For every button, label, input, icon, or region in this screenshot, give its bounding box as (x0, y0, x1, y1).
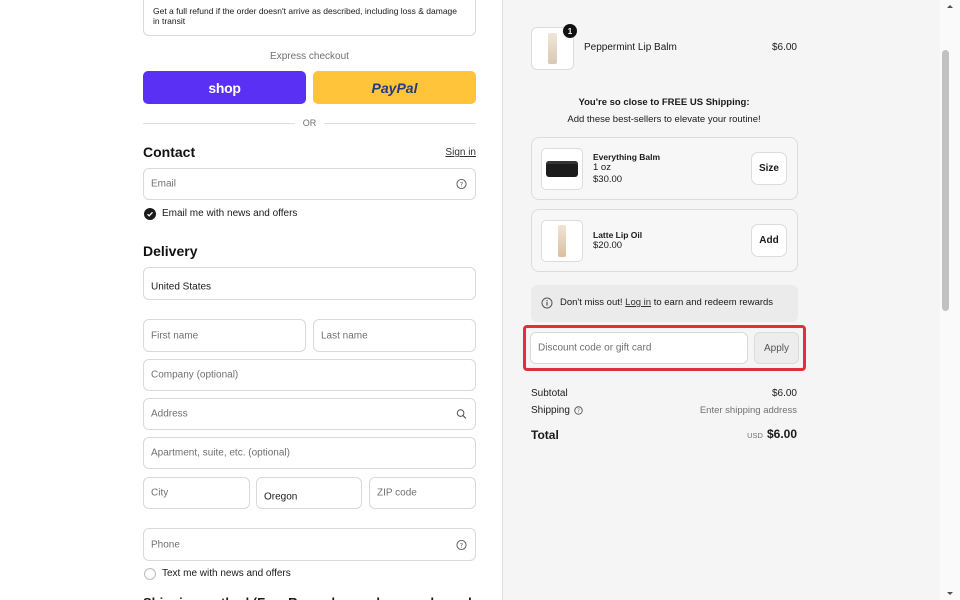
free-shipping-title: You're so close to FREE US Shipping: (578, 97, 750, 108)
scrollbar-thumb[interactable] (942, 50, 949, 311)
currency-code: USD (747, 431, 763, 440)
quantity-value: 1 (567, 26, 573, 36)
lip-balm-image (548, 33, 557, 64)
rewards-suffix: to earn and redeem rewards (651, 297, 774, 308)
apply-discount-button[interactable]: Apply (754, 332, 799, 364)
upsell-card: Everything Balm 1 oz $30.00 Size (531, 137, 798, 200)
shipping-value: Enter shipping address (699, 405, 797, 416)
add-button-label: Add (759, 235, 779, 246)
rewards-banner: Don't miss out! Log in to earn and redee… (531, 285, 798, 322)
scroll-up-arrow-icon[interactable] (940, 2, 960, 10)
phone-input[interactable]: Phone ? (143, 528, 476, 561)
shipping-label: Shipping ? (531, 405, 583, 416)
sign-in-link[interactable]: Sign in (420, 147, 476, 158)
lip-oil-image (558, 225, 566, 257)
product-name: Latte Lip Oil (593, 230, 643, 240)
email-placeholder: Email (151, 178, 177, 190)
city-input[interactable]: City (143, 477, 250, 509)
add-button[interactable]: Add (751, 224, 787, 257)
cart-item-name: Peppermint Lip Balm (584, 42, 677, 53)
rewards-login-link[interactable]: Log in (625, 297, 651, 308)
paypal-label: PayPal (371, 79, 418, 96)
help-circle-icon[interactable]: ? (574, 406, 583, 415)
page-scrollbar[interactable] (940, 0, 960, 600)
total-amount: USD $6.00 (683, 427, 797, 441)
or-divider-label: OR (302, 118, 317, 128)
first-name-input[interactable]: First name (143, 319, 306, 352)
company-input[interactable]: Company (optional) (143, 359, 476, 391)
apartment-placeholder: Apartment, suite, etc. (optional) (151, 447, 290, 459)
help-circle-icon[interactable]: ? (456, 539, 467, 550)
contact-heading: Contact (143, 144, 196, 160)
address-placeholder: Address (151, 408, 188, 420)
apply-button-label: Apply (763, 342, 789, 354)
info-icon (541, 297, 553, 309)
address-input[interactable]: Address (143, 398, 476, 430)
product-price: $20.00 (593, 240, 623, 251)
phone-placeholder: Phone (151, 539, 180, 550)
shipping-label-text: Shipping (531, 405, 570, 416)
product-thumbnail (541, 148, 583, 190)
country-value: United States (151, 281, 212, 293)
apartment-input[interactable]: Apartment, suite, etc. (optional) (143, 437, 476, 469)
shop-pay-label: shop (208, 79, 241, 96)
svg-text:?: ? (577, 408, 580, 414)
shipping-method-heading: Shipping method (Free Rewards members, a… (143, 596, 476, 600)
total-label: Total (531, 428, 559, 442)
discount-code-input[interactable]: Discount code or gift card (530, 332, 748, 364)
product-thumbnail (541, 220, 583, 262)
checkout-form-panel: Get a full refund if the order doesn't a… (0, 0, 502, 600)
zip-input[interactable]: ZIP code (369, 477, 476, 509)
size-button-label: Size (758, 163, 779, 174)
search-icon (456, 409, 467, 419)
refund-notice-text: Get a full refund if the order doesn't a… (153, 6, 458, 26)
balm-jar-image (546, 161, 578, 177)
zip-placeholder: ZIP code (377, 487, 417, 499)
size-button[interactable]: Size (751, 152, 787, 185)
svg-text:?: ? (460, 541, 463, 549)
order-summary-panel: 1 Peppermint Lip Balm $6.00 You're so cl… (502, 0, 940, 600)
discount-placeholder: Discount code or gift card (538, 342, 652, 354)
country-select[interactable]: United States (143, 267, 476, 300)
subtotal-label: Subtotal (531, 388, 568, 399)
delivery-heading: Delivery (143, 243, 198, 259)
email-opt-in-label: Email me with news and offers (162, 208, 298, 219)
express-checkout-label: Express checkout (270, 51, 349, 62)
first-name-placeholder: First name (151, 330, 199, 341)
product-price: $30.00 (593, 174, 623, 185)
last-name-placeholder: Last name (321, 330, 368, 341)
free-shipping-subtitle: Add these best-sellers to elevate your r… (567, 114, 761, 125)
scroll-down-arrow-icon[interactable] (940, 590, 960, 598)
total-value: $6.00 (766, 427, 797, 441)
cart-item-price: $6.00 (771, 42, 797, 53)
email-opt-in-checkbox[interactable] (144, 208, 156, 220)
or-divider-right (324, 123, 476, 124)
rewards-text: Don't miss out! Log in to earn and redee… (560, 297, 773, 308)
state-select[interactable]: Oregon (256, 477, 362, 509)
state-value: Oregon (264, 491, 298, 503)
subtotal-value: $6.00 (771, 388, 797, 399)
email-input[interactable]: Email ? (143, 168, 476, 200)
svg-text:?: ? (460, 180, 463, 188)
rewards-prefix: Don't miss out! (560, 297, 626, 308)
product-name: Everything Balm (593, 152, 661, 162)
city-placeholder: City (151, 487, 169, 499)
paypal-button[interactable]: PayPal (313, 71, 476, 104)
help-circle-icon[interactable]: ? (456, 178, 467, 190)
checkmark-icon (147, 211, 153, 217)
last-name-input[interactable]: Last name (313, 319, 476, 352)
company-placeholder: Company (optional) (151, 369, 239, 381)
product-variant: 1 oz (593, 162, 611, 173)
upsell-card: Latte Lip Oil $20.00 Add (531, 209, 798, 272)
refund-notice-box: Get a full refund if the order doesn't a… (143, 0, 476, 36)
text-opt-in-label: Text me with news and offers (162, 568, 291, 579)
shop-pay-button[interactable]: shop (143, 71, 306, 104)
text-opt-in-checkbox[interactable] (144, 568, 156, 580)
or-divider-left (143, 123, 295, 124)
cart-item-quantity-badge: 1 (563, 24, 577, 38)
